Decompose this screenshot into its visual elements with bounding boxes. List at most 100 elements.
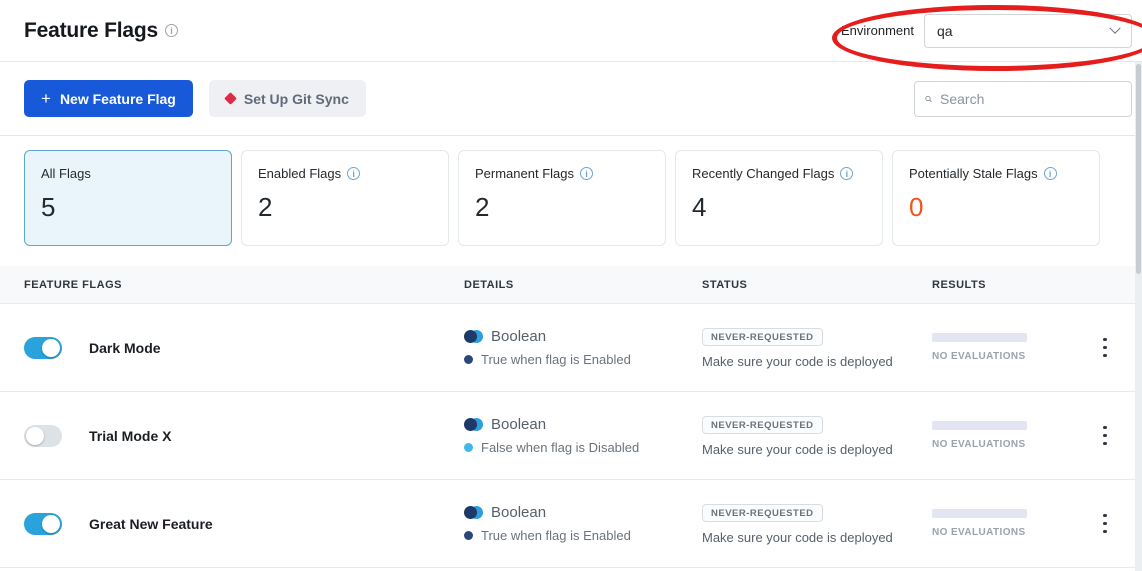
details-cell: Boolean True when flag is Enabled [464, 504, 702, 543]
flag-toggle[interactable] [24, 337, 62, 359]
card-all-flags[interactable]: All Flags 5 [24, 150, 232, 246]
results-label: NO EVALUATIONS [932, 439, 1092, 450]
card-label-wrap: All Flags [41, 166, 215, 181]
variation-dot-icon [464, 531, 473, 540]
details-cell: Boolean False when flag is Disabled [464, 416, 702, 455]
results-label: NO EVALUATIONS [932, 527, 1092, 538]
chevron-down-icon [1109, 22, 1120, 33]
column-header-details: DETAILS [464, 279, 702, 291]
results-cell: NO EVALUATIONS [932, 509, 1092, 538]
card-label-wrap: Recently Changed Flags i [692, 166, 866, 181]
flag-name-cell: Trial Mode X [24, 425, 464, 447]
feature-flags-page: Feature Flags i Environment qa + New Fea… [0, 0, 1142, 571]
flag-name[interactable]: Trial Mode X [89, 428, 171, 444]
variation-dot-icon [464, 355, 473, 364]
new-feature-flag-label: New Feature Flag [60, 91, 176, 107]
column-header-feature-flags: FEATURE FLAGS [24, 279, 464, 291]
evaluations-bar [932, 421, 1027, 430]
boolean-type-icon [464, 330, 483, 343]
variation-text: True when flag is Enabled [481, 528, 631, 543]
status-badge: NEVER-REQUESTED [702, 328, 823, 346]
card-label-wrap: Potentially Stale Flags i [909, 166, 1083, 181]
row-menu-button[interactable] [1092, 508, 1118, 540]
status-badge: NEVER-REQUESTED [702, 416, 823, 434]
environment-select[interactable]: qa [924, 14, 1132, 48]
flag-type-label: Boolean [491, 416, 546, 433]
title-wrap: Feature Flags i [24, 19, 178, 43]
new-feature-flag-button[interactable]: + New Feature Flag [24, 80, 193, 117]
card-label: Recently Changed Flags [692, 166, 834, 181]
column-header-results: RESULTS [932, 279, 1092, 291]
environment-control: Environment qa [841, 14, 1132, 48]
card-recently-changed-flags[interactable]: Recently Changed Flags i 4 [675, 150, 883, 246]
row-menu-button[interactable] [1092, 420, 1118, 452]
row-menu-button[interactable] [1092, 332, 1118, 364]
status-badge: NEVER-REQUESTED [702, 504, 823, 522]
variation-text: True when flag is Enabled [481, 352, 631, 367]
vertical-scrollbar[interactable] [1135, 62, 1142, 571]
title-info-icon[interactable]: i [165, 24, 178, 37]
plus-icon: + [41, 90, 51, 107]
results-cell: NO EVALUATIONS [932, 421, 1092, 450]
info-icon[interactable]: i [840, 167, 853, 180]
card-value: 2 [475, 192, 649, 223]
git-sync-icon [224, 92, 237, 105]
status-cell: NEVER-REQUESTED Make sure your code is d… [702, 327, 932, 369]
search-box[interactable] [914, 81, 1132, 117]
card-label: All Flags [41, 166, 91, 181]
git-sync-label: Set Up Git Sync [244, 91, 349, 107]
search-input[interactable] [940, 91, 1121, 107]
status-text: Make sure your code is deployed [702, 530, 932, 545]
results-label: NO EVALUATIONS [932, 351, 1092, 362]
table-header: FEATURE FLAGS DETAILS STATUS RESULTS [0, 266, 1142, 304]
table-row: Trial Mode X Boolean False when flag is … [0, 392, 1142, 480]
scrollbar-thumb[interactable] [1136, 64, 1141, 274]
status-cell: NEVER-REQUESTED Make sure your code is d… [702, 503, 932, 545]
variation-text: False when flag is Disabled [481, 440, 639, 455]
flag-name-cell: Great New Feature [24, 513, 464, 535]
card-label-wrap: Permanent Flags i [475, 166, 649, 181]
card-label-wrap: Enabled Flags i [258, 166, 432, 181]
page-header: Feature Flags i Environment qa [0, 0, 1142, 62]
table-row: Great New Feature Boolean True when flag… [0, 480, 1142, 568]
toggle-knob [26, 427, 44, 445]
flag-type-label: Boolean [491, 328, 546, 345]
column-header-status: STATUS [702, 279, 932, 291]
flag-toggle[interactable] [24, 425, 62, 447]
status-cell: NEVER-REQUESTED Make sure your code is d… [702, 415, 932, 457]
card-value: 4 [692, 192, 866, 223]
boolean-type-icon [464, 506, 483, 519]
set-up-git-sync-button[interactable]: Set Up Git Sync [209, 80, 366, 117]
toggle-knob [42, 339, 60, 357]
toggle-knob [42, 515, 60, 533]
environment-label: Environment [841, 23, 914, 38]
flag-name-cell: Dark Mode [24, 337, 464, 359]
details-cell: Boolean True when flag is Enabled [464, 328, 702, 367]
flag-name[interactable]: Great New Feature [89, 516, 213, 532]
environment-selected-value: qa [937, 23, 953, 39]
results-cell: NO EVALUATIONS [932, 333, 1092, 362]
info-icon[interactable]: i [1044, 167, 1057, 180]
variation-dot-icon [464, 443, 473, 452]
card-potentially-stale-flags[interactable]: Potentially Stale Flags i 0 [892, 150, 1100, 246]
page-title: Feature Flags [24, 19, 158, 43]
card-label: Permanent Flags [475, 166, 574, 181]
flag-type-label: Boolean [491, 504, 546, 521]
card-permanent-flags[interactable]: Permanent Flags i 2 [458, 150, 666, 246]
status-text: Make sure your code is deployed [702, 354, 932, 369]
toolbar: + New Feature Flag Set Up Git Sync [0, 62, 1142, 136]
search-icon [925, 92, 932, 106]
stat-cards: All Flags 5 Enabled Flags i 2 Permanent … [0, 136, 1142, 266]
info-icon[interactable]: i [347, 167, 360, 180]
info-icon[interactable]: i [580, 167, 593, 180]
card-value: 2 [258, 192, 432, 223]
flag-toggle[interactable] [24, 513, 62, 535]
status-text: Make sure your code is deployed [702, 442, 932, 457]
table-row: Dark Mode Boolean True when flag is Enab… [0, 304, 1142, 392]
card-label: Enabled Flags [258, 166, 341, 181]
boolean-type-icon [464, 418, 483, 431]
card-value: 5 [41, 192, 215, 223]
card-enabled-flags[interactable]: Enabled Flags i 2 [241, 150, 449, 246]
flag-name[interactable]: Dark Mode [89, 340, 161, 356]
card-label: Potentially Stale Flags [909, 166, 1038, 181]
